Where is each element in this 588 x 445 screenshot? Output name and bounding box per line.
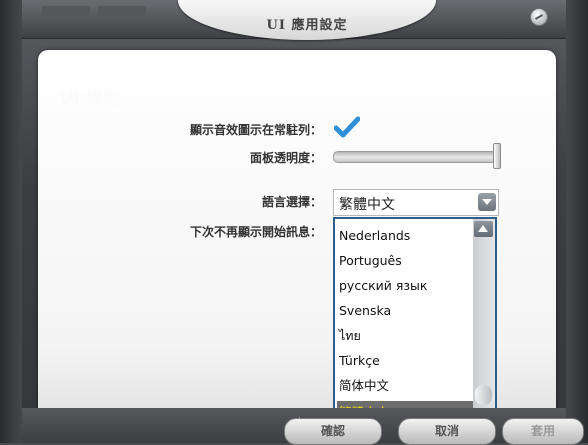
language-option[interactable]: Türkçe xyxy=(337,349,475,373)
checkmark-icon xyxy=(334,116,360,138)
window-frame-left xyxy=(0,0,22,443)
scroll-up-icon[interactable] xyxy=(474,221,493,237)
settings-icon[interactable] xyxy=(530,8,548,26)
language-option[interactable]: Nederlands xyxy=(337,224,475,248)
window-title: UI 應用設定 xyxy=(266,18,348,33)
sound-icon-label: 顯示音效圖示在常駐列： xyxy=(189,123,322,137)
chevron-down-icon[interactable] xyxy=(478,193,496,211)
dropdown-scrollbar[interactable] xyxy=(473,219,495,427)
title-bar-decoration xyxy=(98,6,146,16)
language-label: 語言選擇： xyxy=(261,195,322,209)
sound-icon-checkbox[interactable] xyxy=(334,116,360,138)
window-frame-right xyxy=(566,0,588,443)
language-option[interactable]: Svenska xyxy=(337,299,475,323)
confirm-button[interactable]: 確認 xyxy=(284,418,382,445)
scrollbar-thumb[interactable] xyxy=(475,385,492,405)
startup-message-label: 下次不再顯示開始訊息： xyxy=(189,225,322,239)
apply-button[interactable]: 套用 xyxy=(502,418,584,445)
panel-heading: UI 設定 xyxy=(60,89,121,109)
transparency-label: 面板透明度： xyxy=(249,151,322,165)
language-option[interactable]: 简体中文 xyxy=(337,374,475,398)
language-select[interactable]: 繁體中文 xyxy=(333,189,499,216)
language-select-value: 繁體中文 xyxy=(339,197,395,213)
transparency-slider-handle[interactable] xyxy=(493,143,501,169)
language-dropdown-list[interactable]: Nederlands Português русский язык Svensk… xyxy=(333,217,497,429)
language-option[interactable]: Português xyxy=(337,249,475,273)
transparency-slider[interactable] xyxy=(333,151,497,163)
language-option[interactable]: ไทย xyxy=(337,324,475,348)
title-bar-decoration xyxy=(42,6,90,16)
cancel-button[interactable]: 取消 xyxy=(398,418,496,445)
language-option[interactable]: русский язык xyxy=(337,274,475,298)
